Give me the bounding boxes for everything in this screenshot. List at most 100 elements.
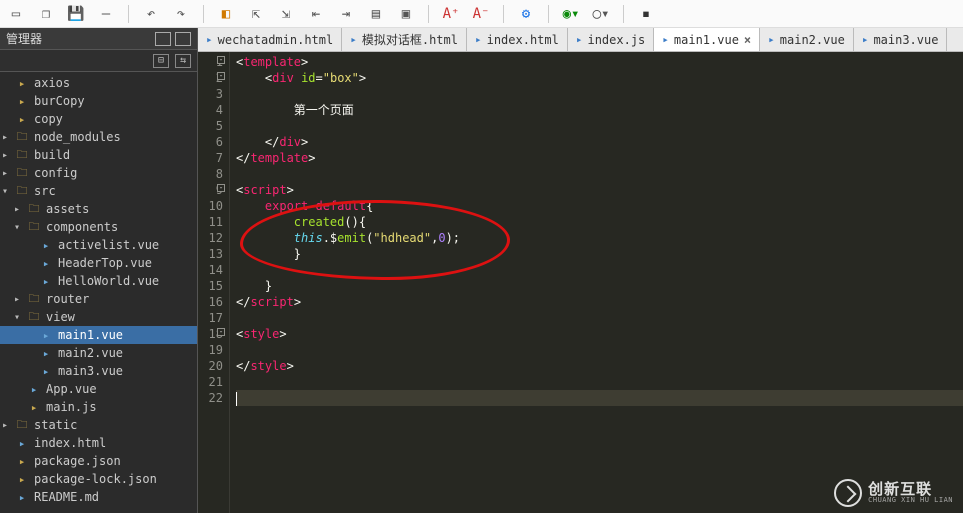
line-number[interactable]: 3	[198, 86, 223, 102]
tree-item-view[interactable]: ▾🗀view	[0, 308, 197, 326]
tab-main3-vue[interactable]: ▸main3.vue	[854, 28, 948, 51]
line-number[interactable]: 4	[198, 102, 223, 118]
line-number[interactable]: 2-	[198, 70, 223, 86]
code-line[interactable]: </div>	[236, 134, 963, 150]
tab-wechatadmin-html[interactable]: ▸wechatadmin.html	[198, 28, 342, 51]
redo-icon[interactable]: ↷	[173, 6, 189, 22]
fold-icon[interactable]: -	[217, 56, 225, 64]
line-number[interactable]: 19	[198, 342, 223, 358]
tree-item-package-json[interactable]: ▸package.json	[0, 452, 197, 470]
terminal-icon[interactable]: ▪	[638, 6, 654, 22]
code-line[interactable]: this.$emit("hdhead",0);	[236, 230, 963, 246]
tree-item-config[interactable]: ▸🗀config	[0, 164, 197, 182]
step-left-icon[interactable]: ⇤	[308, 6, 324, 22]
line-number[interactable]: 22	[198, 390, 223, 406]
line-number[interactable]: 5	[198, 118, 223, 134]
line-number[interactable]: 20	[198, 358, 223, 374]
panel-layout-icon[interactable]	[155, 32, 171, 46]
chevron-right-icon[interactable]: ▸	[2, 168, 14, 179]
tab-模拟对话框-html[interactable]: ▸模拟对话框.html	[342, 28, 467, 51]
tree-item-components[interactable]: ▾🗀components	[0, 218, 197, 236]
tree-item-assets[interactable]: ▸🗀assets	[0, 200, 197, 218]
code-line[interactable]: }	[236, 246, 963, 262]
line-number[interactable]: 14	[198, 262, 223, 278]
chevron-down-icon[interactable]: ▾	[14, 312, 26, 323]
tab-main2-vue[interactable]: ▸main2.vue	[760, 28, 854, 51]
tree-item-package-lock-json[interactable]: ▸package-lock.json	[0, 470, 197, 488]
line-number[interactable]: 15	[198, 278, 223, 294]
chevron-down-icon[interactable]: ▾	[2, 186, 14, 197]
tree-item-README-md[interactable]: ▸README.md	[0, 488, 197, 506]
tree-item-burCopy[interactable]: ▸burCopy	[0, 92, 197, 110]
collapse-all-icon[interactable]: ⊟	[153, 54, 169, 68]
chrome-icon[interactable]: ◯▾	[593, 6, 609, 22]
tree-item-router[interactable]: ▸🗀router	[0, 290, 197, 308]
chevron-right-icon[interactable]: ▸	[2, 132, 14, 143]
tab-index-js[interactable]: ▸index.js	[568, 28, 654, 51]
undo-icon[interactable]: ↶	[143, 6, 159, 22]
jump-down-icon[interactable]: ⇲	[278, 6, 294, 22]
fold-icon[interactable]: -	[217, 328, 225, 336]
code-line[interactable]	[236, 86, 963, 102]
code-line[interactable]: <div id="box">	[236, 70, 963, 86]
chevron-right-icon[interactable]: ▸	[14, 294, 26, 305]
line-number[interactable]: 1-	[198, 54, 223, 70]
code-line[interactable]: </style>	[236, 358, 963, 374]
code-line[interactable]: }	[236, 278, 963, 294]
line-number[interactable]: 6	[198, 134, 223, 150]
line-number[interactable]: 21	[198, 374, 223, 390]
tree-item-main1-vue[interactable]: ▸main1.vue	[0, 326, 197, 344]
tree-item-main-js[interactable]: ▸main.js	[0, 398, 197, 416]
tree-item-HelloWorld-vue[interactable]: ▸HelloWorld.vue	[0, 272, 197, 290]
tree-item-main2-vue[interactable]: ▸main2.vue	[0, 344, 197, 362]
tab-index-html[interactable]: ▸index.html	[467, 28, 568, 51]
line-number[interactable]: 11	[198, 214, 223, 230]
line-number[interactable]: 18-	[198, 326, 223, 342]
chevron-right-icon[interactable]: ▸	[2, 150, 14, 161]
tree-item-axios[interactable]: ▸axios	[0, 74, 197, 92]
tree-item-activelist-vue[interactable]: ▸activelist.vue	[0, 236, 197, 254]
new-file-icon[interactable]: ▭	[8, 6, 24, 22]
line-number[interactable]: 10	[198, 198, 223, 214]
jump-up-icon[interactable]: ⇱	[248, 6, 264, 22]
line-number[interactable]: 9-	[198, 182, 223, 198]
tree-item-static[interactable]: ▸🗀static	[0, 416, 197, 434]
code-line[interactable]: export default{	[236, 198, 963, 214]
code-line[interactable]	[236, 310, 963, 326]
code-line[interactable]	[236, 118, 963, 134]
code-content[interactable]: <template> <div id="box"> 第一个页面 </div> </…	[230, 52, 963, 513]
link-editor-icon[interactable]: ⇆	[175, 54, 191, 68]
line-number[interactable]: 16	[198, 294, 223, 310]
chevron-right-icon[interactable]: ▸	[2, 420, 14, 431]
run-icon[interactable]: ◉▾	[563, 6, 579, 22]
font-decrease-icon[interactable]: A⁻	[473, 6, 489, 22]
layout-icon[interactable]: ▤	[368, 6, 384, 22]
tab-main1-vue[interactable]: ▸main1.vue×	[654, 28, 760, 51]
code-line[interactable]	[236, 342, 963, 358]
tree-item-build[interactable]: ▸🗀build	[0, 146, 197, 164]
line-number[interactable]: 12	[198, 230, 223, 246]
code-line[interactable]: <template>	[236, 54, 963, 70]
code-line[interactable]: 第一个页面	[236, 102, 963, 118]
settings-icon[interactable]: ⚙	[518, 6, 534, 22]
tree-item-node_modules[interactable]: ▸🗀node_modules	[0, 128, 197, 146]
line-number[interactable]: 17	[198, 310, 223, 326]
code-editor[interactable]: 1-2-3456789-101112131415161718-19202122 …	[198, 52, 963, 513]
code-line[interactable]	[236, 390, 963, 406]
step-right-icon[interactable]: ⇥	[338, 6, 354, 22]
font-increase-icon[interactable]: A⁺	[443, 6, 459, 22]
panel-split-icon[interactable]	[175, 32, 191, 46]
file-tree[interactable]: ▸axios▸burCopy▸copy▸🗀node_modules▸🗀build…	[0, 72, 197, 513]
line-icon[interactable]: —	[98, 6, 114, 22]
duplicate-icon[interactable]: ❐	[38, 6, 54, 22]
fold-icon[interactable]: -	[217, 184, 225, 192]
chevron-down-icon[interactable]: ▾	[14, 222, 26, 233]
tree-item-src[interactable]: ▾🗀src	[0, 182, 197, 200]
code-line[interactable]: <style>	[236, 326, 963, 342]
code-line[interactable]: <script>	[236, 182, 963, 198]
code-line[interactable]: created(){	[236, 214, 963, 230]
tree-item-HeaderTop-vue[interactable]: ▸HeaderTop.vue	[0, 254, 197, 272]
tree-item-copy[interactable]: ▸copy	[0, 110, 197, 128]
line-number[interactable]: 7	[198, 150, 223, 166]
close-icon[interactable]: ×	[744, 33, 751, 47]
